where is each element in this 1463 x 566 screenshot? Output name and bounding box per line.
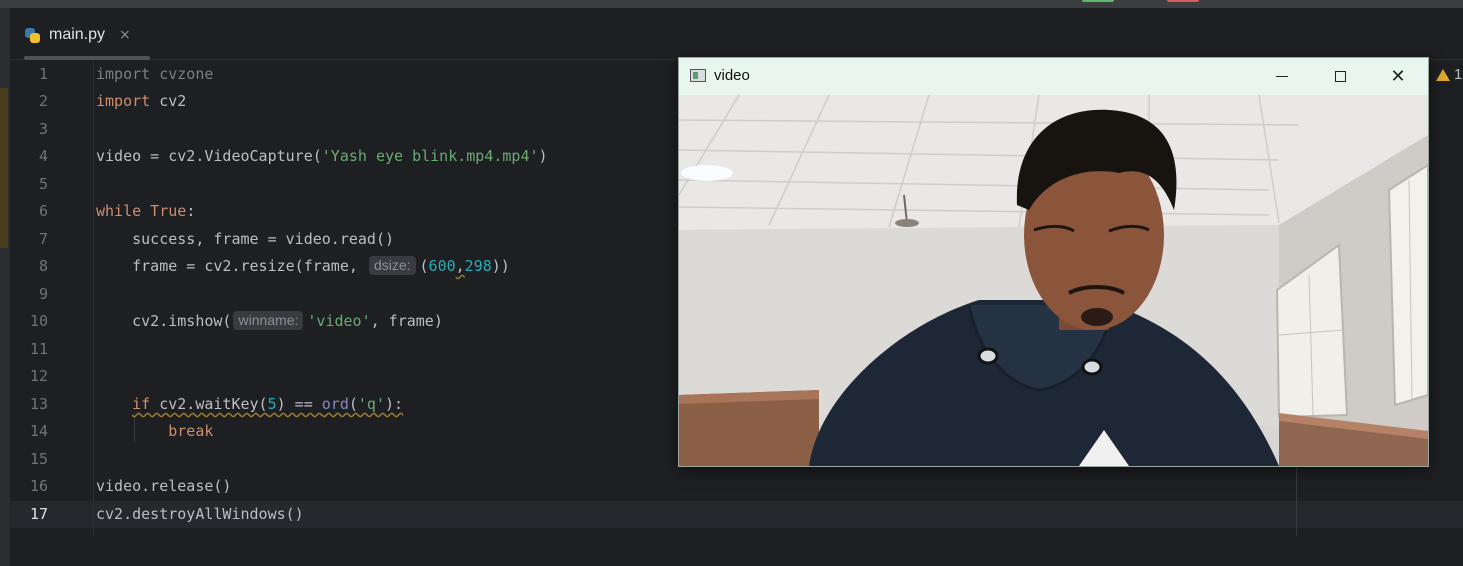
editor-tab-bar: main.py × (10, 8, 1463, 60)
gutter-separator (93, 61, 94, 536)
code-text: , frame) (370, 312, 443, 330)
line-number: 1 (38, 65, 48, 83)
code-text: , (455, 257, 465, 275)
parameter-hint: winname: (233, 311, 304, 330)
video-window-titlebar[interactable]: video ✕ (679, 58, 1428, 95)
keyword: while (96, 202, 142, 220)
keyword: import (96, 65, 151, 83)
video-frame (679, 95, 1428, 466)
code-text: : (186, 202, 196, 220)
warning-count: 1 (1454, 66, 1463, 83)
stop-indicator (1167, 0, 1199, 2)
line-number-gutter: 1 2 3 4 5 6 7 8 9 10 11 12 13 14 15 16 1… (10, 61, 94, 536)
python-file-icon (24, 27, 41, 44)
video-window[interactable]: video ✕ (678, 57, 1429, 467)
code-text: video.release() (96, 477, 232, 495)
code-text: cv2.destroyAllWindows() (96, 505, 304, 523)
video-window-title: video (714, 67, 750, 84)
module-name: cv2 (150, 92, 187, 110)
code-line-8[interactable]: frame = cv2.resize(frame, dsize: (600,298… (96, 253, 510, 280)
keyword: if (132, 395, 151, 413)
line-number: 15 (29, 450, 48, 468)
code-text: frame = cv2.resize(frame, (96, 257, 367, 275)
code-text: cv2.waitKey( (150, 395, 268, 413)
keyword: import (96, 92, 151, 110)
code-text: ) (538, 147, 548, 165)
keyword-true: True (141, 202, 187, 220)
line-number: 13 (29, 395, 48, 413)
code-line-7[interactable]: success, frame = video.read() (96, 226, 394, 253)
close-button[interactable]: ✕ (1369, 58, 1427, 95)
project-panel-edge[interactable] (0, 8, 10, 566)
code-text: ( (419, 257, 429, 275)
code-text: ) == (276, 395, 322, 413)
string-literal: 'Yash eye blink.mp4.mp4' (321, 147, 539, 165)
code-line-1[interactable]: import cvzone (96, 61, 213, 88)
code-line-6[interactable]: while True: (96, 198, 195, 225)
keyword: break (168, 422, 214, 440)
maximize-button[interactable] (1311, 58, 1369, 95)
line-number-current: 17 (29, 505, 48, 523)
line-number: 8 (38, 257, 48, 275)
window-app-icon (690, 69, 706, 82)
code-line-4[interactable]: video = cv2.VideoCapture('Yash eye blink… (96, 143, 548, 170)
line-number: 11 (29, 340, 48, 358)
line-number: 3 (38, 120, 48, 138)
number-literal: 5 (267, 395, 277, 413)
code-line-2[interactable]: import cv2 (96, 88, 186, 115)
code-line-13[interactable]: if cv2.waitKey(5) == ord('q'): (96, 391, 403, 418)
video-frame-image (679, 95, 1428, 466)
line-number: 2 (38, 92, 48, 110)
code-text: video = cv2.VideoCapture( (96, 147, 322, 165)
string-literal: 'video' (307, 312, 371, 330)
close-tab-icon[interactable]: × (119, 27, 131, 43)
code-line-17[interactable]: cv2.destroyAllWindows() (96, 501, 304, 528)
tab-main-py[interactable]: main.py × (24, 22, 131, 48)
code-line-16[interactable]: video.release() (96, 473, 231, 500)
line-number: 16 (29, 477, 48, 495)
line-number: 4 (38, 147, 48, 165)
line-number: 6 (38, 202, 48, 220)
line-number: 7 (38, 230, 48, 248)
active-tab-indicator (24, 56, 150, 60)
code-text: ( (348, 395, 358, 413)
minimize-icon (1276, 76, 1288, 77)
number-literal: 298 (464, 257, 492, 275)
maximize-icon (1334, 71, 1346, 82)
selection-highlight (0, 88, 8, 248)
builtin-function: ord (321, 395, 349, 413)
number-literal: 600 (428, 257, 456, 275)
code-text: cv2.imshow( (96, 312, 232, 330)
line-number: 5 (38, 175, 48, 193)
line-number: 12 (29, 367, 48, 385)
tab-label: main.py (49, 26, 106, 43)
code-text: )) (491, 257, 510, 275)
code-line-10[interactable]: cv2.imshow(winname:'video', frame) (96, 308, 443, 335)
inspection-widget[interactable]: 1 (1436, 66, 1462, 83)
line-number: 10 (29, 312, 48, 330)
ide-top-strip (0, 0, 1463, 8)
run-indicator (1082, 0, 1114, 2)
minimize-button[interactable] (1253, 58, 1311, 95)
line-number: 9 (38, 285, 48, 303)
parameter-hint: dsize: (368, 256, 416, 275)
close-icon: ✕ (1390, 66, 1406, 87)
code-text: ): (385, 395, 404, 413)
module-name: cvzone (150, 65, 214, 83)
warning-icon (1436, 68, 1450, 81)
code-text: success, frame = video.read() (96, 230, 395, 248)
code-line-14[interactable]: break (96, 418, 213, 445)
line-number: 14 (29, 422, 48, 440)
string-literal: 'q' (357, 395, 385, 413)
